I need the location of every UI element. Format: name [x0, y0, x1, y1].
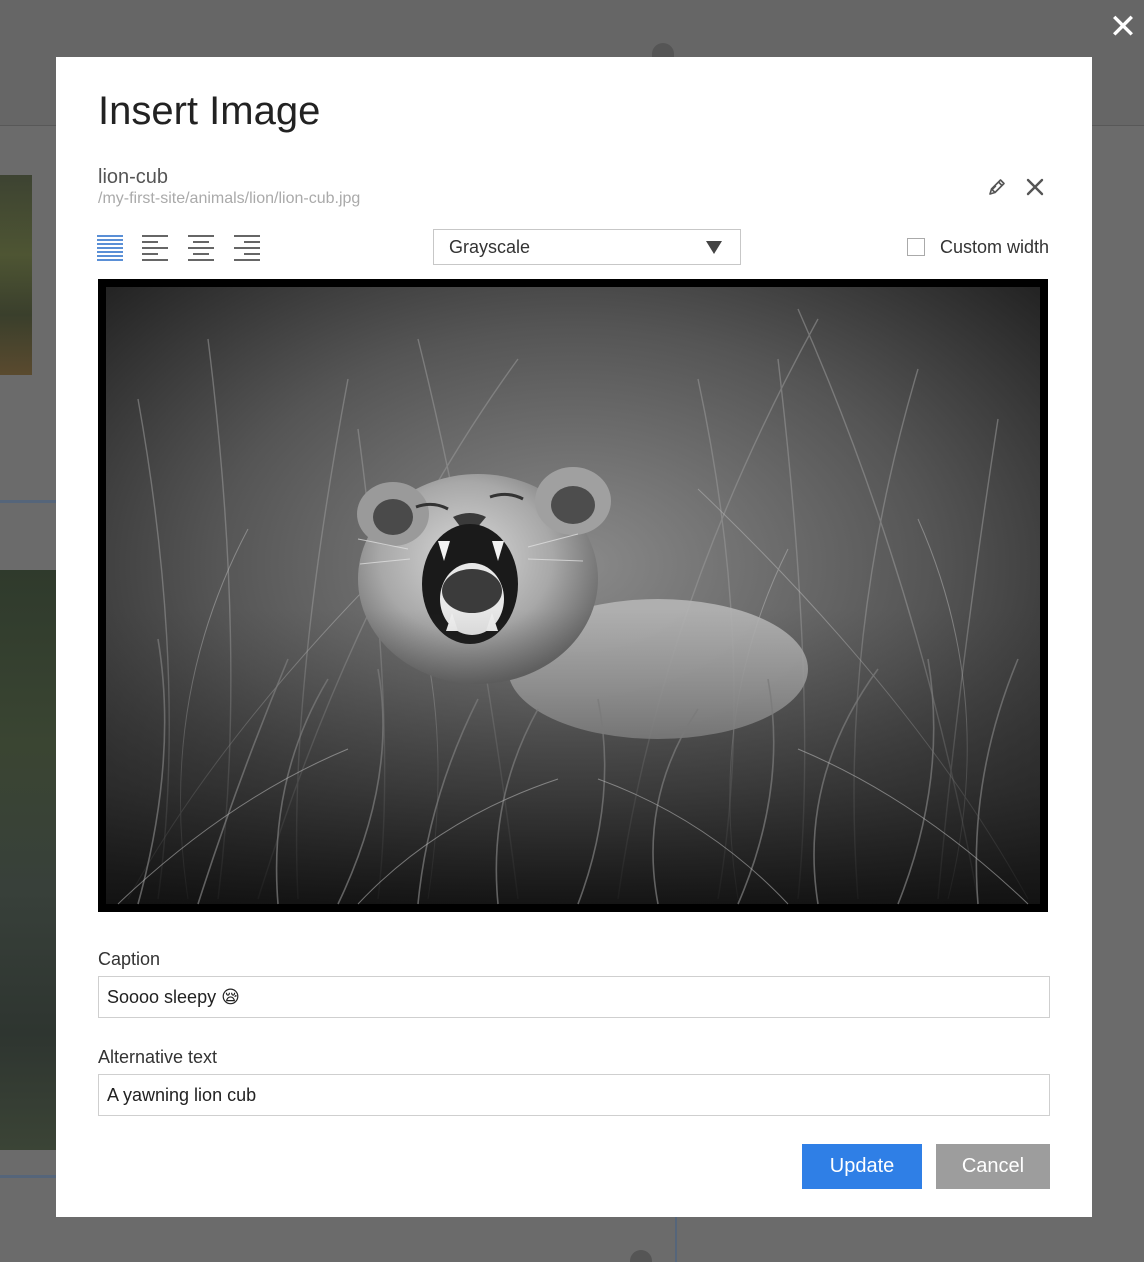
caption-label: Caption	[98, 949, 161, 969]
align-center-button[interactable]	[187, 235, 215, 261]
background-thumbnail	[0, 570, 56, 1150]
image-file-name: lion-cub	[98, 166, 169, 188]
background-divider	[0, 1175, 56, 1178]
background-thumbnail	[0, 175, 32, 375]
caption-input[interactable]	[98, 976, 1050, 1018]
background-divider	[0, 500, 56, 503]
insert-image-dialog: Insert Image lion-cub /my-first-site/ani…	[56, 57, 1092, 1217]
update-button[interactable]: Update	[802, 1144, 922, 1189]
alt-text-label: Alternative text	[98, 1047, 218, 1067]
background-divider	[675, 1217, 677, 1262]
dialog-title: Insert Image	[98, 89, 321, 133]
close-icon[interactable]	[1022, 174, 1048, 200]
custom-width-checkbox[interactable]	[907, 238, 925, 256]
alt-text-input[interactable]	[98, 1074, 1050, 1116]
align-full-width-button[interactable]	[97, 235, 125, 261]
image-file-path: /my-first-site/animals/lion/lion-cub.jpg	[98, 190, 361, 207]
image-filter-value: Grayscale	[449, 237, 531, 257]
background-decoration	[630, 1250, 652, 1262]
custom-width-label[interactable]: Custom width	[940, 235, 1049, 259]
image-preview	[98, 279, 1048, 912]
cancel-button[interactable]: Cancel	[936, 1144, 1050, 1189]
overlay-close-icon[interactable]: ✕	[1106, 10, 1140, 44]
align-left-button[interactable]	[142, 235, 170, 261]
align-right-button[interactable]	[232, 235, 260, 261]
chevron-down-icon	[706, 241, 722, 254]
pencil-icon[interactable]	[984, 174, 1010, 200]
image-filter-select[interactable]: Grayscale	[433, 229, 741, 265]
